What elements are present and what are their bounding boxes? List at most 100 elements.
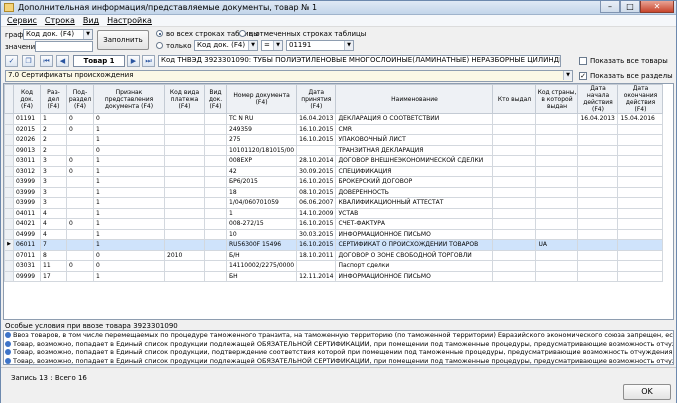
column-header[interactable]: Код док. (F4) [13, 84, 41, 114]
table-cell[interactable]: 17 [40, 270, 67, 282]
table-cell[interactable]: 16.04.2013 [296, 113, 337, 125]
first-record-icon[interactable]: ⏮ [40, 55, 53, 67]
table-cell[interactable]: 02026 [13, 134, 41, 146]
table-cell[interactable]: 1 [93, 123, 165, 135]
table-row[interactable]: 03999 3 1 1/04/060701059 06.06.2007 КВАЛИФИКА… [4, 197, 664, 209]
table-cell[interactable]: 3 [40, 155, 67, 167]
table-cell[interactable] [164, 155, 205, 167]
table-row[interactable]: 04011 4 1 1 14.10.2009 УСТАВ [4, 207, 664, 219]
table-cell[interactable] [204, 249, 227, 261]
table-cell[interactable]: RU56300F 15496 [225, 239, 298, 251]
table-cell[interactable] [164, 186, 205, 198]
close-button[interactable]: ✕ [640, 1, 674, 13]
chevron-down-icon[interactable]: ▼ [563, 71, 572, 80]
table-cell[interactable] [577, 134, 619, 146]
table-cell[interactable]: UA [535, 239, 579, 251]
row-indicator[interactable] [4, 228, 14, 240]
table-cell[interactable] [164, 113, 205, 125]
table-cell[interactable]: 0 [66, 155, 94, 167]
table-cell[interactable]: ТРАНЗИТНАЯ ДЕКЛАРАЦИЯ [335, 144, 494, 156]
table-cell[interactable] [66, 176, 94, 188]
table-cell[interactable] [535, 218, 579, 230]
table-cell[interactable]: 2 [40, 134, 67, 146]
table-cell[interactable] [204, 207, 227, 219]
table-cell[interactable] [492, 260, 537, 272]
table-cell[interactable] [577, 123, 619, 135]
table-cell[interactable] [492, 155, 537, 167]
table-cell[interactable]: 7 [40, 239, 67, 251]
table-cell[interactable]: 1 [93, 207, 165, 219]
table-cell[interactable] [577, 218, 619, 230]
column-header[interactable]: Вид док. (F4) [204, 84, 227, 114]
table-cell[interactable] [617, 197, 664, 209]
value-input[interactable] [35, 41, 93, 52]
table-cell[interactable] [66, 197, 94, 209]
table-cell[interactable]: БР6/2015 [225, 176, 298, 188]
table-cell[interactable] [492, 197, 537, 209]
table-cell[interactable]: 1 [93, 155, 165, 167]
column-header[interactable]: Под-раздел (F4) [66, 84, 94, 114]
menu-view[interactable]: Вид [79, 15, 103, 26]
table-cell[interactable] [535, 123, 579, 135]
row-indicator[interactable] [4, 218, 14, 230]
table-cell[interactable] [492, 123, 537, 135]
chevron-down-icon[interactable]: ▼ [344, 41, 353, 50]
table-row[interactable]: 03031 11 0 0 14110002/2275/0000 Паспорт сделк… [4, 260, 664, 272]
table-cell[interactable]: 16.10.2015 [296, 134, 337, 146]
table-cell[interactable]: 04999 [13, 228, 41, 240]
table-cell[interactable] [492, 134, 537, 146]
show-all-goods-checkbox[interactable] [579, 57, 587, 65]
table-cell[interactable] [164, 207, 205, 219]
where-value-select[interactable]: 01191 ▼ [286, 40, 354, 51]
table-cell[interactable] [204, 123, 227, 135]
table-cell[interactable]: 1 [40, 113, 67, 125]
table-cell[interactable] [535, 260, 579, 272]
table-cell[interactable] [577, 176, 619, 188]
table-cell[interactable]: 03011 [13, 155, 41, 167]
table-cell[interactable] [577, 155, 619, 167]
table-cell[interactable] [492, 144, 537, 156]
table-cell[interactable]: 10 [225, 228, 298, 240]
table-cell[interactable]: 1 [93, 270, 165, 282]
column-header[interactable]: Код вида платежа (F4) [164, 84, 205, 114]
table-cell[interactable]: 4 [40, 228, 67, 240]
table-cell[interactable] [617, 155, 664, 167]
table-cell[interactable]: 01191 [13, 113, 41, 125]
list-item[interactable]: Ввоз товаров, в том числе перемещаемых п… [4, 331, 673, 340]
table-cell[interactable]: 18.10.2011 [296, 249, 337, 261]
table-cell[interactable]: 08.10.2015 [296, 186, 337, 198]
fill-button[interactable]: Заполнить [97, 30, 149, 50]
table-cell[interactable] [204, 113, 227, 125]
table-row[interactable]: 02015 2 0 1 249359 16.10.2015 CMR [4, 123, 664, 135]
table-cell[interactable]: 0 [93, 144, 165, 156]
table-row[interactable]: 04999 4 1 10 30.03.2015 ИНФОРМАЦИОННОЕ ПИСЬМО [4, 228, 664, 240]
table-cell[interactable]: 8 [40, 249, 67, 261]
table-cell[interactable]: 1 [93, 228, 165, 240]
table-cell[interactable] [204, 197, 227, 209]
table-row[interactable]: 09999 17 1 БН 12.11.2014 ИНФОРМАЦИОННОЕ ПИСЬМ… [4, 270, 664, 282]
table-cell[interactable]: Паспорт сделки [335, 260, 494, 272]
menu-row[interactable]: Строка [41, 15, 79, 26]
table-cell[interactable] [204, 134, 227, 146]
table-cell[interactable]: ДЕКЛАРАЦИЯ О СООТВЕТСТВИИ [335, 113, 494, 125]
table-cell[interactable] [66, 144, 94, 156]
table-cell[interactable] [535, 228, 579, 240]
table-cell[interactable] [535, 113, 579, 125]
table-cell[interactable] [535, 155, 579, 167]
row-indicator[interactable] [4, 113, 14, 125]
radio-all-rows[interactable] [156, 30, 163, 37]
menu-service[interactable]: Сервис [3, 15, 41, 26]
table-cell[interactable] [66, 249, 94, 261]
row-indicator[interactable] [4, 260, 14, 272]
table-cell[interactable]: 3 [40, 165, 67, 177]
table-cell[interactable] [164, 123, 205, 135]
table-cell[interactable] [492, 113, 537, 125]
table-cell[interactable]: 03999 [13, 186, 41, 198]
table-cell[interactable]: 2 [40, 144, 67, 156]
show-all-sections-checkbox[interactable]: ✓ [579, 72, 587, 80]
table-cell[interactable]: 03031 [13, 260, 41, 272]
table-cell[interactable]: 14110002/2275/0000 [225, 260, 298, 272]
table-cell[interactable]: 0 [66, 113, 94, 125]
table-cell[interactable] [204, 270, 227, 282]
table-cell[interactable] [617, 144, 664, 156]
